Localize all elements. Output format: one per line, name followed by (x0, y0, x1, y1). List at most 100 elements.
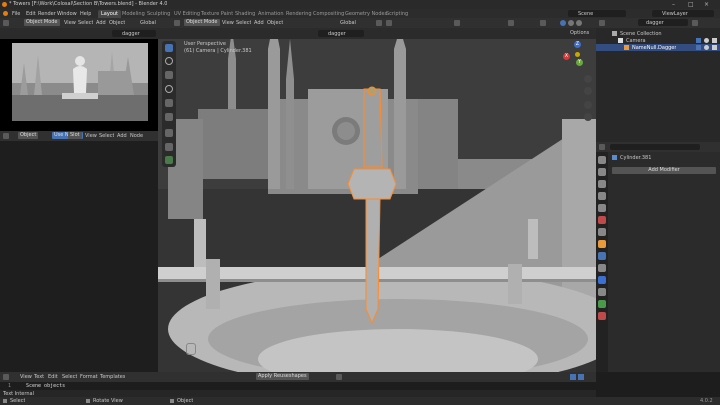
preview-search-field[interactable]: dagger (112, 30, 156, 37)
slot-dropdown[interactable]: Slot (68, 132, 82, 139)
menu-render[interactable]: Render (38, 11, 56, 17)
viewport-editor-type-icon[interactable] (174, 20, 180, 26)
preview-menu-object[interactable]: Object (109, 20, 125, 26)
viewport-menu-object[interactable]: Object (267, 20, 283, 26)
tab-texture-paint[interactable]: Texture Paint (201, 11, 233, 17)
add-cube-tool-icon[interactable] (165, 156, 173, 164)
cursor-tool-icon[interactable] (165, 57, 173, 65)
close-button[interactable]: × (704, 1, 714, 8)
eye-icon[interactable] (704, 45, 709, 50)
camera-render-icon[interactable] (712, 38, 717, 43)
tab-animation[interactable]: Animation (258, 11, 284, 17)
transform-tool-icon[interactable] (165, 113, 173, 121)
proportional-edit-icon[interactable] (386, 20, 392, 26)
snap-icon[interactable] (376, 20, 382, 26)
rotate-tool-icon[interactable] (165, 85, 173, 93)
data-tab-icon[interactable] (598, 300, 606, 308)
outliner-row-scene-collection[interactable]: Scene Collection (596, 30, 720, 37)
viewport-menu-view[interactable]: View (222, 20, 234, 26)
collection-tab-icon[interactable] (598, 228, 606, 236)
outliner-type-icon[interactable] (599, 20, 605, 26)
text-menu-view[interactable]: View (20, 374, 32, 380)
constraints-tab-icon[interactable] (598, 288, 606, 296)
viewport-options-button[interactable]: Options (570, 30, 589, 36)
annotate-tool-icon[interactable] (165, 129, 173, 137)
text-menu-edit[interactable]: Edit (48, 374, 58, 380)
viewport-canvas[interactable]: User Perspective (61) Camera | Cylinder.… (158, 39, 596, 372)
tab-compositing[interactable]: Compositing (313, 11, 344, 17)
viewport-mode-dropdown[interactable]: Object Mode (184, 19, 220, 26)
zoom-icon[interactable] (584, 75, 592, 83)
gizmo-x-axis[interactable]: X (563, 53, 570, 60)
navigation-gizmo[interactable]: Z X Y (562, 41, 592, 71)
apply-reuseshapes-button[interactable]: Apply Reuseshapes (256, 373, 309, 380)
text-editor-body[interactable]: 1 Scene objects (0, 382, 596, 390)
viewport-menu-select[interactable]: Select (236, 20, 251, 26)
text-menu-text[interactable]: Text (34, 374, 44, 380)
line-numbers-toggle-icon[interactable] (570, 374, 576, 380)
tab-rendering[interactable]: Rendering (286, 11, 312, 17)
outliner-filter-icon[interactable] (692, 20, 698, 26)
preview-menu-add[interactable]: Add (96, 20, 106, 26)
word-wrap-toggle-icon[interactable] (578, 374, 584, 380)
properties-search-field[interactable] (610, 144, 700, 150)
camera-view-icon[interactable] (584, 101, 592, 109)
menu-window[interactable]: Window (57, 11, 77, 17)
run-script-icon[interactable] (336, 374, 342, 380)
gizmo-z-axis[interactable]: Z (574, 41, 581, 48)
measure-tool-icon[interactable] (165, 143, 173, 151)
text-menu-select[interactable]: Select (62, 374, 77, 380)
viewlayer-selector[interactable]: ViewLayer (652, 10, 714, 17)
perspective-toggle-icon[interactable] (584, 113, 592, 121)
pan-hand-icon[interactable] (584, 87, 592, 95)
tab-uv-editing[interactable]: UV Editing (174, 11, 200, 17)
preview-menu-view[interactable]: View (64, 20, 76, 26)
properties-type-icon[interactable] (599, 144, 605, 150)
rendered-shading-icon[interactable] (576, 20, 582, 26)
move-tool-icon[interactable] (165, 71, 173, 79)
outliner-row-dagger[interactable]: NameNull.Dagger (596, 44, 720, 51)
text-menu-format[interactable]: Format (80, 374, 98, 380)
outliner-search-field[interactable]: dagger (638, 19, 688, 26)
preview-transform[interactable]: Global (140, 20, 156, 26)
exclude-checkbox[interactable] (696, 45, 701, 50)
material-tab-icon[interactable] (598, 312, 606, 320)
solid-shading-icon[interactable] (560, 20, 566, 26)
view-layer-tab-icon[interactable] (598, 192, 606, 200)
maximize-button[interactable]: □ (688, 1, 698, 8)
scale-tool-icon[interactable] (165, 99, 173, 107)
eye-icon[interactable] (704, 38, 709, 43)
scene-selector[interactable]: Scene (568, 10, 626, 17)
gizmo-y-axis[interactable]: Y (576, 59, 583, 66)
particles-tab-icon[interactable] (598, 264, 606, 272)
preview-mode-dropdown[interactable]: Object Mode (24, 19, 60, 26)
tab-scripting[interactable]: Scripting (386, 11, 408, 17)
add-modifier-button[interactable]: Add Modifier (612, 167, 716, 174)
select-tool-icon[interactable] (165, 44, 173, 52)
text-editor-type-icon[interactable] (3, 374, 9, 380)
output-tab-icon[interactable] (598, 180, 606, 188)
blender-menu-icon[interactable] (3, 11, 8, 16)
modifier-tab-icon[interactable] (598, 252, 606, 260)
physics-tab-icon[interactable] (598, 276, 606, 284)
viewport-transform[interactable]: Global (340, 20, 356, 26)
minimize-button[interactable]: – (672, 1, 682, 8)
text-menu-templates[interactable]: Templates (100, 374, 125, 380)
node-menu-view[interactable]: View (85, 133, 97, 139)
tab-sculpting[interactable]: Sculpting (147, 11, 170, 17)
tab-layout[interactable]: Layout (98, 10, 121, 18)
object-tab-icon[interactable] (598, 240, 606, 248)
menu-file[interactable]: File (12, 11, 20, 17)
camera-render-icon[interactable] (712, 45, 717, 50)
viewport-menu-add[interactable]: Add (254, 20, 264, 26)
outliner-row-camera[interactable]: Camera (596, 37, 720, 44)
tool-tab-icon[interactable] (598, 156, 606, 164)
world-tab-icon[interactable] (598, 216, 606, 224)
node-menu-select[interactable]: Select (99, 133, 114, 139)
tab-geometry-nodes[interactable]: Geometry Nodes (345, 11, 387, 17)
camera-preview[interactable] (0, 39, 158, 131)
overlay-icon[interactable] (508, 20, 514, 26)
tab-modeling[interactable]: Modeling (122, 11, 145, 17)
node-menu-add[interactable]: Add (117, 133, 127, 139)
exclude-checkbox[interactable] (696, 38, 701, 43)
